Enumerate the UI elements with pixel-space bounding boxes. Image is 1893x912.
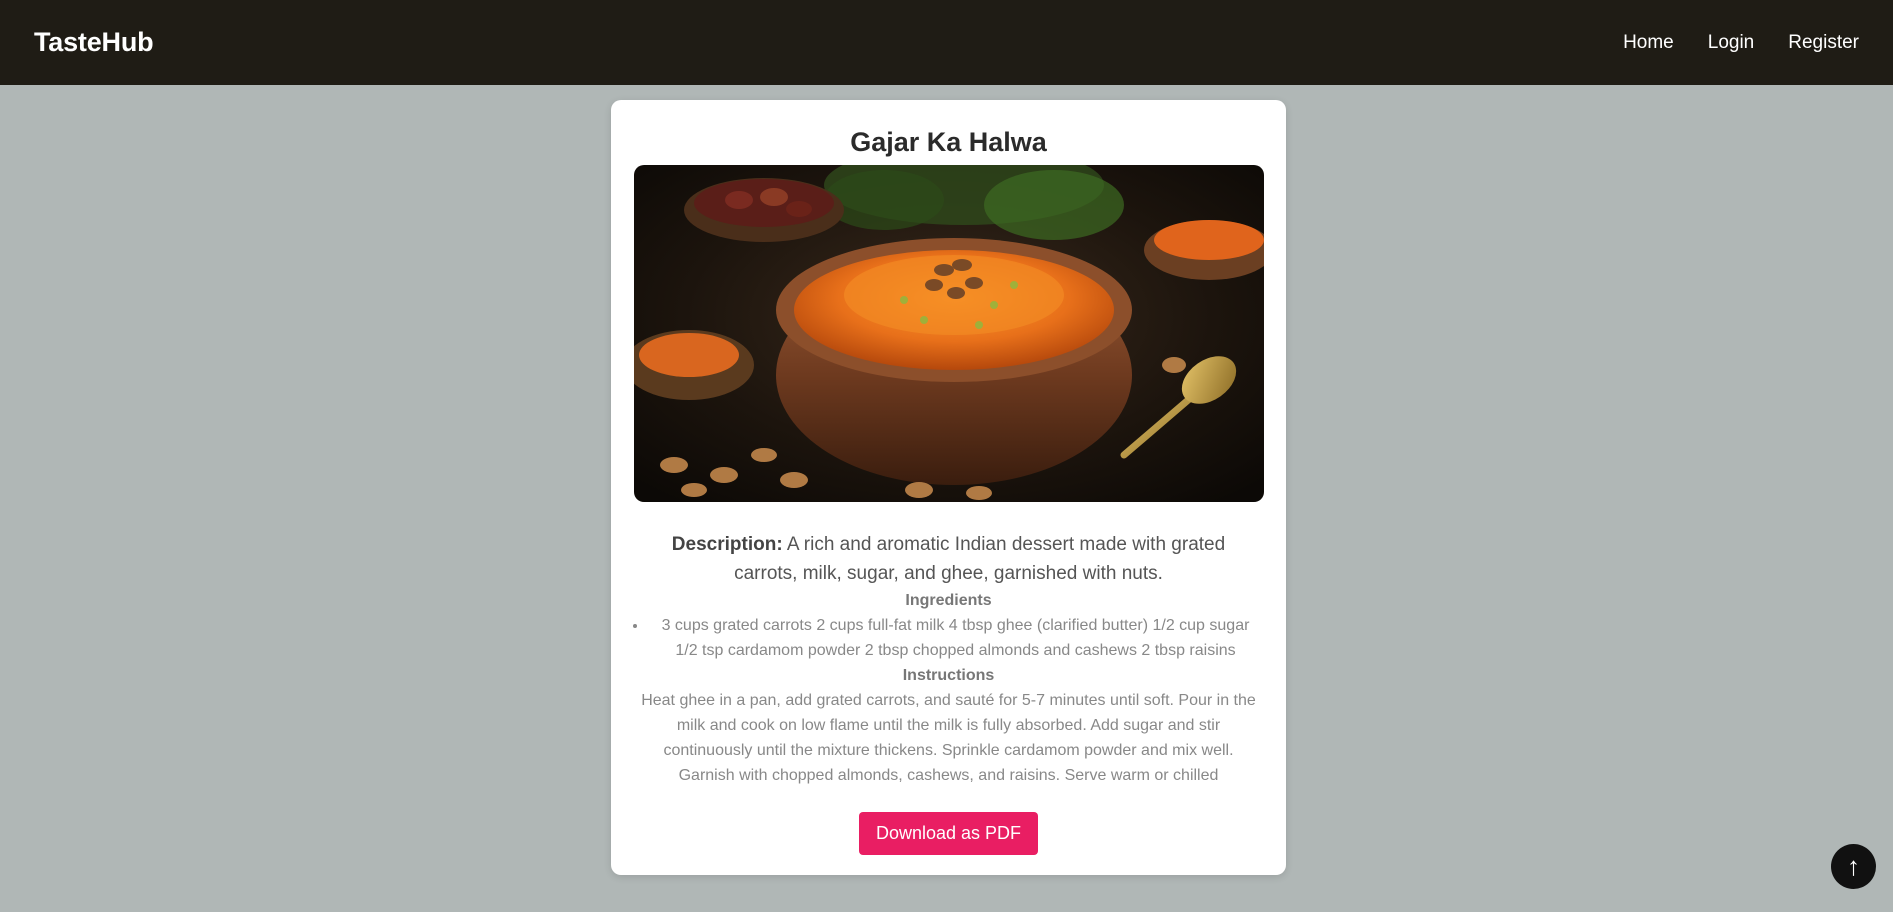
instructions-heading: Instructions (902, 667, 995, 684)
button-wrap: Download as PDF (634, 812, 1263, 855)
ingredients-item: 3 cups grated carrots 2 cups full-fat mi… (648, 613, 1263, 663)
ingredients-heading: Ingredients (905, 592, 992, 609)
nav-home-link[interactable]: Home (1623, 32, 1674, 54)
scroll-to-top-button[interactable]: ↑ (1831, 844, 1876, 889)
arrow-up-icon: ↑ (1847, 851, 1860, 881)
recipe-image (634, 165, 1264, 502)
ingredients-list: 3 cups grated carrots 2 cups full-fat mi… (634, 613, 1263, 663)
brand-logo[interactable]: TasteHub (34, 27, 154, 58)
nav-login-link[interactable]: Login (1708, 32, 1755, 54)
recipe-description: Description: A rich and aromatic Indian … (634, 530, 1263, 588)
recipe-card: Gajar Ka Halwa Description: A rich and a… (611, 100, 1286, 875)
nav-register-link[interactable]: Register (1788, 32, 1859, 54)
navbar: TasteHub Home Login Register (0, 0, 1893, 85)
nav-links: Home Login Register (1589, 32, 1859, 54)
description-label: Description: (671, 534, 783, 555)
description-text: A rich and aromatic Indian dessert made … (734, 534, 1226, 584)
instructions-text: Heat ghee in a pan, add grated carrots, … (641, 692, 1256, 784)
recipe-title: Gajar Ka Halwa (850, 127, 1047, 157)
download-pdf-button[interactable]: Download as PDF (858, 812, 1039, 855)
